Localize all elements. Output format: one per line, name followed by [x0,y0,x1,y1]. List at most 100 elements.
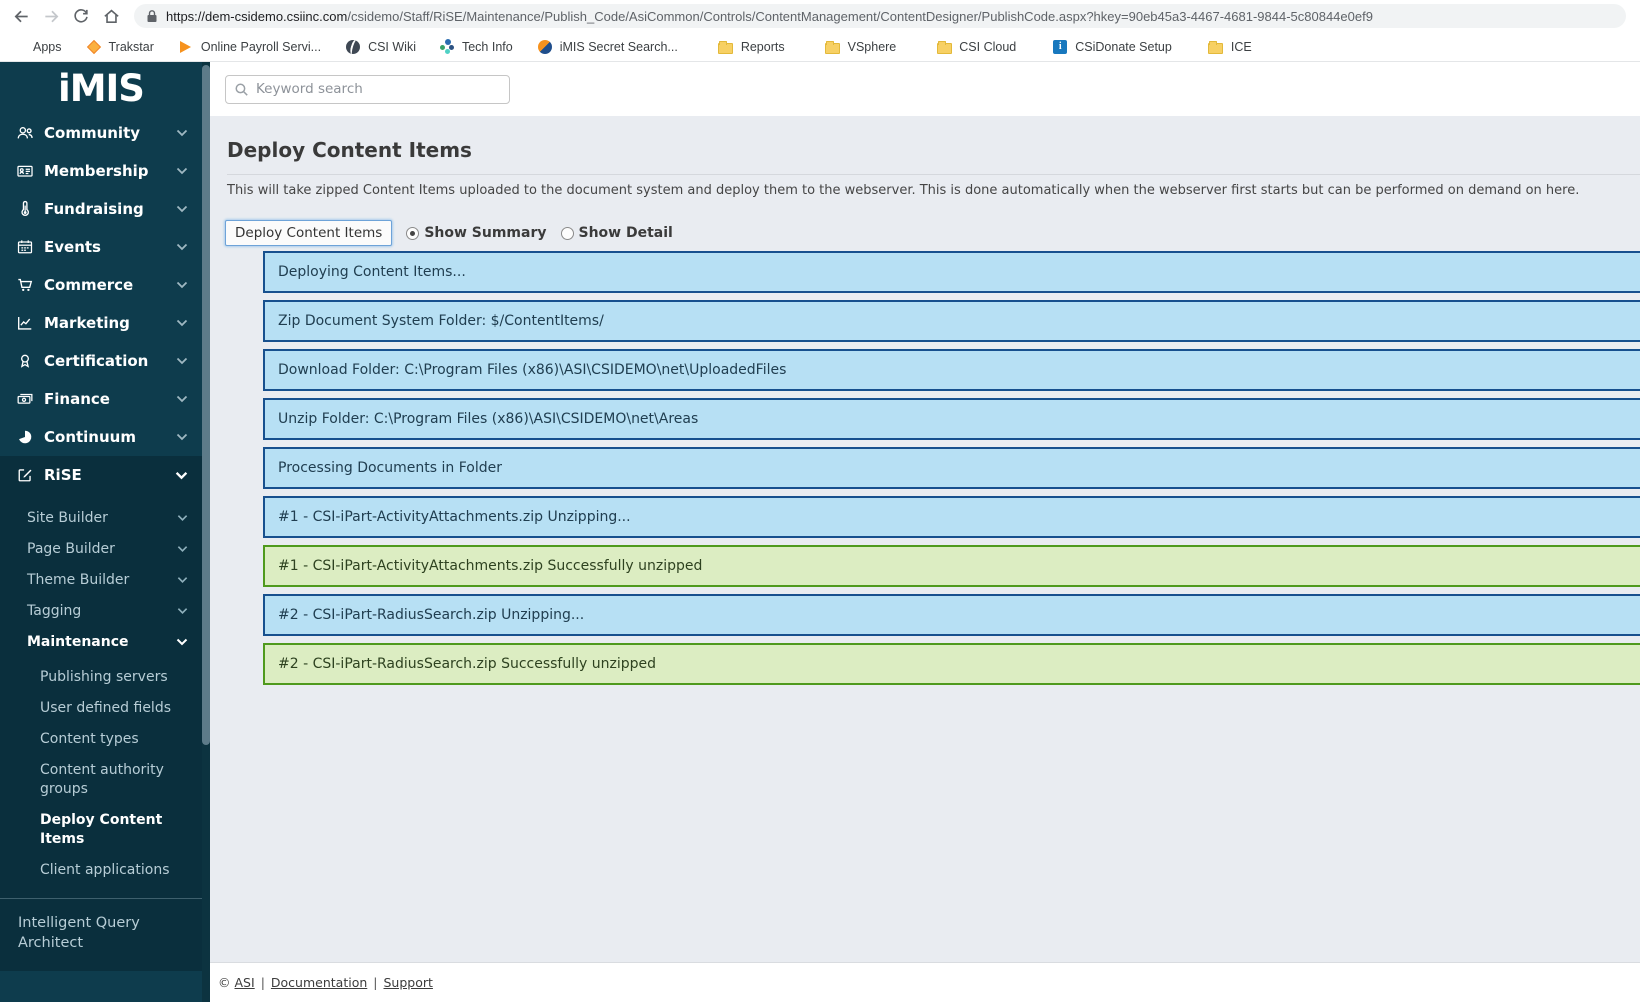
bookmark-label: CSI Cloud [959,40,1016,54]
page-footer: © ASI | Documentation | Support [210,962,1640,1002]
sidebar-item-label: Tagging [27,603,81,619]
main-content: Deploy Content Items This will take zipp… [210,62,1640,1002]
sidebar-item-label: Finance [44,390,110,408]
status-message: #2 - CSI-iPart-RadiusSearch.zip Unzippin… [263,594,1640,636]
back-icon[interactable] [8,3,34,29]
sidebar-item-publishing-servers[interactable]: Publishing servers [0,662,202,693]
chevron-down-icon [177,576,188,584]
show-summary-radio[interactable]: Show Summary [406,225,546,241]
sidebar-item-label: Membership [44,162,149,180]
sidebar-item-user-defined-fields[interactable]: User defined fields [0,693,202,724]
sidebar-divider [0,898,202,899]
chevron-down-icon [176,129,188,137]
sidebar-item-label: Client applications [40,861,180,880]
home-icon[interactable] [98,3,124,29]
status-message: Download Folder: C:\Program Files (x86)\… [263,349,1640,391]
people-icon [16,124,34,142]
sidebar-item-label: Marketing [44,314,130,332]
browser-chrome: https://dem-csidemo.csiinc.com/csidemo/S… [0,0,1640,62]
sidebar-item-commerce[interactable]: Commerce [0,266,202,304]
asi-link[interactable]: ASI [235,975,255,990]
status-message-text: Processing Documents in Folder [278,460,502,476]
globe-icon [345,39,361,55]
sidebar-item-client-applications[interactable]: Client applications [0,855,202,886]
chevron-down-icon [176,281,188,289]
status-message-text: Unzip Folder: C:\Program Files (x86)\ASI… [278,411,698,427]
diamond-icon [86,39,102,55]
sidebar-item-intelligent-query-architect[interactable]: Intelligent Query Architect [0,909,202,957]
refresh-icon[interactable] [68,3,94,29]
sidebar-item-certification[interactable]: Certification [0,342,202,380]
compose-icon [16,466,34,484]
bookmark-tech-info[interactable]: Tech Info [440,39,513,54]
bookmark-csi-cloud[interactable]: CSI Cloud [936,39,1016,55]
sidebar-item-content-types[interactable]: Content types [0,724,202,755]
calendar-icon [16,238,34,256]
sidebar-item-theme-builder[interactable]: Theme Builder [0,564,202,595]
page-description: This will take zipped Content Items uplo… [227,183,1640,198]
chevron-down-icon [176,243,188,251]
sidebar-scrollbar-thumb[interactable] [202,65,210,745]
sidebar-item-marketing[interactable]: Marketing [0,304,202,342]
status-message: Zip Document System Folder: $/ContentIte… [263,300,1640,342]
sidebar-item-page-builder[interactable]: Page Builder [0,533,202,564]
sidebar-item-site-builder[interactable]: Site Builder [0,502,202,533]
search-input[interactable] [256,81,501,97]
radio-selected-icon[interactable] [406,227,419,240]
sidebar-item-fundraising[interactable]: Fundraising [0,190,202,228]
sidebar-item-label: Community [44,124,140,142]
status-message-text: #2 - CSI-iPart-RadiusSearch.zip Unzippin… [278,607,584,623]
sidebar-item-tagging[interactable]: Tagging [0,595,202,626]
radio-label: Show Detail [579,225,673,241]
forward-icon[interactable] [38,3,64,29]
sidebar-item-finance[interactable]: Finance [0,380,202,418]
bookmark-csi-wiki[interactable]: CSI Wiki [345,39,416,55]
bookmark-label: Online Payroll Servi... [201,40,321,54]
sidebar-item-rise[interactable]: RiSE [0,456,202,494]
url-bar[interactable]: https://dem-csidemo.csiinc.com/csidemo/S… [134,4,1626,28]
documentation-link[interactable]: Documentation [271,975,367,990]
sidebar-item-label: User defined fields [40,699,180,718]
bookmark-vsphere[interactable]: VSphere [825,39,897,55]
show-detail-radio[interactable]: Show Detail [561,225,673,241]
sidebar-item-deploy-content-items[interactable]: Deploy Content Items [0,805,202,855]
copyright-symbol: © [218,975,231,990]
bookmark-reports[interactable]: Reports [718,39,785,55]
browser-toolbar: https://dem-csidemo.csiinc.com/csidemo/S… [0,0,1640,32]
bookmark-imis-secret-search[interactable]: iMIS Secret Search... [537,39,678,55]
bookmark-online-payroll[interactable]: Online Payroll Servi... [178,39,321,55]
sidebar-item-membership[interactable]: Membership [0,152,202,190]
sidebar: iMIS Community Membership Fundraising Ev… [0,62,210,1002]
chevron-down-icon [176,395,188,403]
search-box[interactable] [225,75,510,104]
bookmark-ice[interactable]: ICE [1208,39,1252,55]
bookmark-label: iMIS Secret Search... [560,40,678,54]
deploy-controls: Deploy Content Items Show Summary Show D… [225,220,1640,246]
imis-logo: iMIS [0,62,202,114]
folder-icon [1208,39,1224,55]
support-link[interactable]: Support [384,975,433,990]
status-message: Deploying Content Items... [263,251,1640,293]
sidebar-item-events[interactable]: Events [0,228,202,266]
chevron-down-icon [175,471,188,480]
sidebar-scrollbar[interactable] [202,62,210,1002]
sidebar-item-content-authority-groups[interactable]: Content authority groups [0,755,202,805]
status-message-text: Zip Document System Folder: $/ContentIte… [278,313,604,329]
swirl-icon [537,39,553,55]
bookmark-label: Reports [741,40,785,54]
deploy-content-items-button[interactable]: Deploy Content Items [225,220,392,246]
sidebar-item-community[interactable]: Community [0,114,202,152]
radio-unselected-icon[interactable] [561,227,574,240]
apps-button[interactable]: Apps [10,39,62,55]
sidebar-item-maintenance[interactable]: Maintenance [0,626,202,657]
status-message: #1 - CSI-iPart-ActivityAttachments.zip U… [263,496,1640,538]
lock-icon [146,9,158,23]
status-message: #2 - CSI-iPart-RadiusSearch.zip Successf… [263,643,1640,685]
sidebar-item-label: Publishing servers [40,668,180,687]
footer-separator: | [259,975,267,990]
bookmark-csidonate-setup[interactable]: i CSiDonate Setup [1052,39,1172,55]
bookmark-trakstar[interactable]: Trakstar [86,39,154,55]
chevron-down-icon [177,514,188,522]
chevron-down-icon [177,607,188,615]
sidebar-item-continuum[interactable]: Continuum [0,418,202,456]
